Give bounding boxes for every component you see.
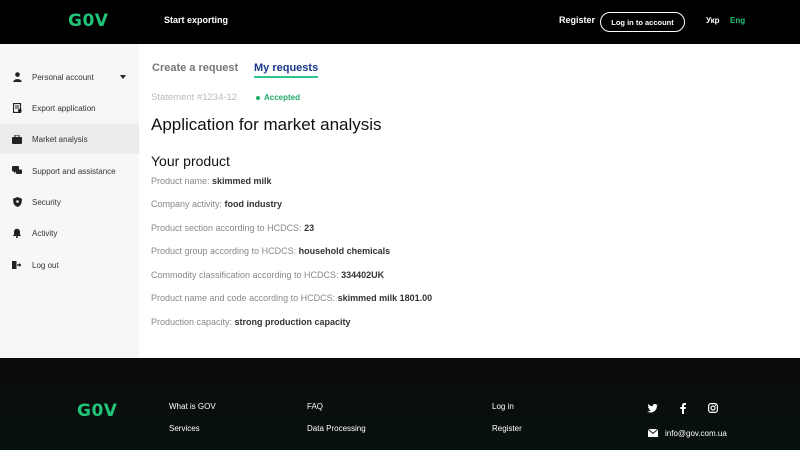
page-title: Application for market analysis (151, 115, 382, 134)
active-tab-indicator (254, 76, 318, 78)
sidebar-item-label: Activity (32, 228, 58, 238)
sidebar-item-support[interactable]: Support and assistance (0, 156, 139, 186)
field-value: skimmed milk (212, 176, 272, 186)
footer-link-login[interactable]: Log in (492, 402, 514, 411)
section-title: Your product (151, 153, 230, 169)
field-product-name: Product name: skimmed milk (151, 176, 272, 186)
sidebar-item-activity[interactable]: Activity (0, 218, 139, 248)
shield-icon (12, 197, 22, 207)
footer-link-services[interactable]: Services (169, 424, 200, 433)
language-ukr[interactable]: Укр (706, 16, 720, 25)
sidebar-item-security[interactable]: Security (0, 187, 139, 217)
footer-email[interactable]: info@gov.com.ua (647, 424, 727, 442)
footer-logo[interactable]: G0V (77, 401, 117, 421)
footer-link-what-is[interactable]: What is GOV (169, 402, 216, 411)
sidebar-item-label: Support and assistance (32, 166, 116, 176)
person-icon (12, 72, 22, 82)
footer-link-data-processing[interactable]: Data Processing (307, 424, 366, 433)
field-company-activity: Company activity: food industry (151, 199, 282, 209)
bell-icon (12, 228, 22, 238)
field-value: 23 (304, 223, 315, 233)
field-product-section: Product section according to HCDCS: 23 (151, 223, 314, 233)
twitter-icon[interactable] (646, 402, 658, 414)
briefcase-icon (12, 134, 22, 144)
field-value: strong production capacity (234, 317, 351, 327)
register-link[interactable]: Register (559, 15, 595, 25)
field-label: Product group according to HCDCS: (151, 246, 299, 256)
footer-link-register[interactable]: Register (492, 424, 522, 433)
field-label: Company activity: (151, 199, 225, 209)
field-commodity-classification: Commodity classification according to HC… (151, 270, 384, 280)
top-navbar: G0V Start exporting Register Log in to a… (0, 0, 800, 44)
field-product-name-code: Product name and code according to HCDCS… (151, 293, 432, 303)
chat-icon (12, 166, 22, 176)
sidebar-item-label: Log out (32, 260, 59, 270)
footer-link-faq[interactable]: FAQ (307, 402, 323, 411)
field-product-group: Product group according to HCDCS: househ… (151, 246, 390, 256)
field-production-capacity: Production capacity: strong production c… (151, 317, 351, 327)
field-label: Production capacity: (151, 317, 235, 327)
sidebar-item-label: Market analysis (32, 134, 88, 144)
sidebar-item-export-application[interactable]: Export application (0, 93, 139, 123)
sidebar-item-label: Personal account (32, 72, 94, 82)
tab-my-requests[interactable]: My requests (254, 62, 318, 74)
instagram-icon[interactable] (707, 402, 719, 414)
facebook-icon[interactable] (677, 402, 689, 414)
sidebar-item-label: Security (32, 197, 61, 207)
login-button[interactable]: Log in to account (600, 12, 685, 32)
field-value: 334402UK (341, 270, 385, 280)
status-badge: Accepted (256, 93, 300, 102)
field-label: Product name: (151, 176, 213, 186)
sidebar-item-label: Export application (32, 103, 96, 113)
nav-start-exporting[interactable]: Start exporting (164, 15, 228, 25)
site-logo[interactable]: G0V (68, 11, 108, 31)
status-text: Accepted (264, 93, 301, 102)
document-icon (12, 103, 22, 113)
field-value: household chemicals (298, 246, 391, 256)
envelope-icon (647, 424, 659, 442)
chevron-down-icon[interactable] (120, 75, 126, 79)
status-dot-icon (256, 95, 260, 100)
field-value: skimmed milk 1801.00 (337, 293, 433, 303)
field-value: food industry (224, 199, 283, 209)
statement-number: Statement #1234-12 (151, 92, 238, 103)
footer-email-text[interactable]: info@gov.com.ua (665, 429, 727, 438)
sidebar-item-logout[interactable]: Log out (0, 250, 139, 280)
language-eng[interactable]: Eng (730, 16, 745, 25)
tab-create-request[interactable]: Create a request (152, 62, 238, 74)
field-label: Product name and code according to HCDCS… (151, 293, 338, 303)
sidebar-item-market-analysis[interactable]: Market analysis (0, 124, 139, 154)
field-label: Product section according to HCDCS: (151, 223, 305, 233)
logout-icon (12, 260, 22, 270)
sidebar: Personal account Export application Mark… (0, 44, 139, 358)
field-label: Commodity classification according to HC… (151, 270, 342, 280)
sidebar-item-personal-account[interactable]: Personal account (0, 62, 139, 92)
